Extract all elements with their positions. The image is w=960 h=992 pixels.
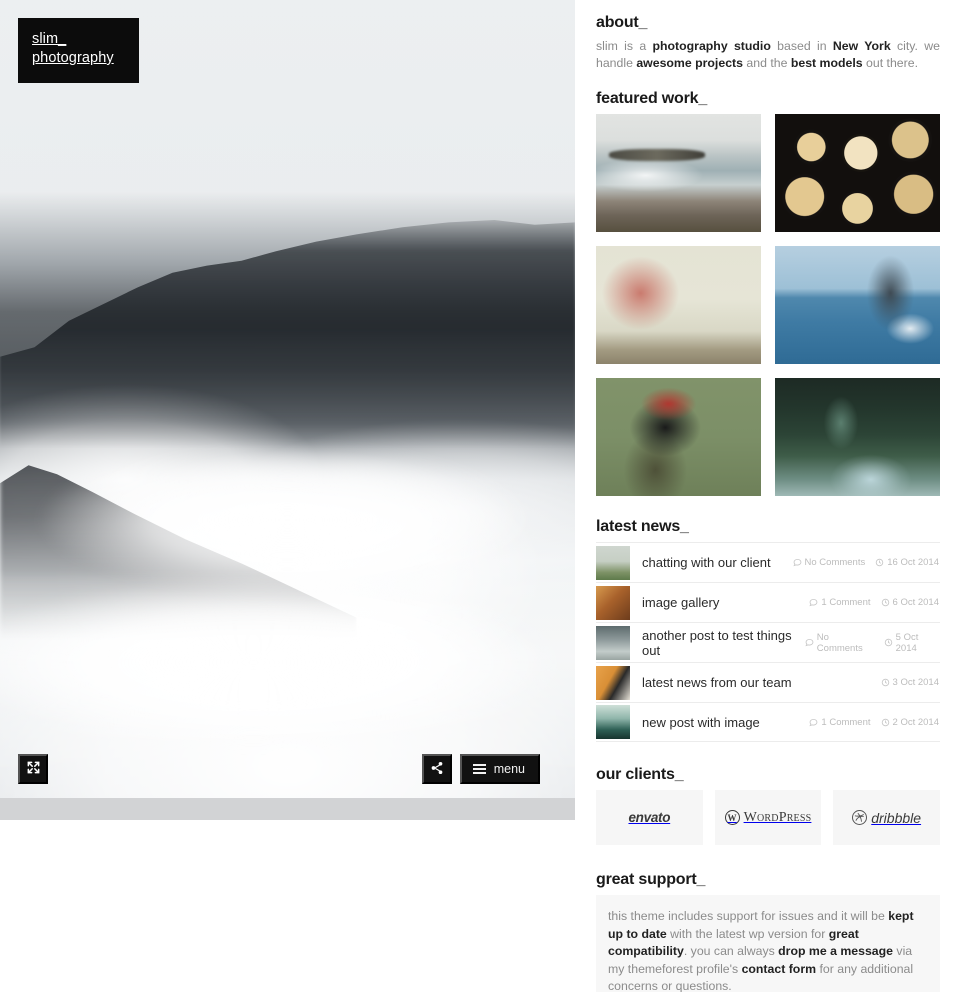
news-date-label: 16 Oct 2014	[887, 557, 939, 568]
client-logo-label: dribbble	[852, 810, 921, 826]
news-date: 16 Oct 2014	[875, 557, 939, 568]
menu-button[interactable]: menu	[459, 754, 540, 784]
fullscreen-button[interactable]	[18, 754, 48, 784]
news-date: 6 Oct 2014	[881, 597, 939, 608]
news-title: chatting with our client	[642, 555, 771, 570]
support-heading: great support_	[596, 871, 706, 888]
news-title: image gallery	[642, 595, 720, 610]
news-meta: No Comments 5 Oct 2014	[805, 632, 940, 654]
news-meta: No Comments 16 Oct 2014	[792, 557, 940, 568]
news-comments: 1 Comment	[809, 716, 871, 728]
news-comments-label: No Comments	[804, 557, 866, 568]
news-comments: 1 Comment	[809, 597, 871, 608]
news-row[interactable]: chatting with our client No Comments 16 …	[596, 542, 940, 582]
work-thumbnail-forest-stream[interactable]	[775, 378, 940, 496]
client-name: dribbble	[871, 809, 922, 826]
hero-photo	[0, 0, 575, 800]
comment-bubble-icon	[805, 638, 814, 647]
hero-ridge-far	[0, 220, 575, 448]
client-logo-dribbble[interactable]: dribbble	[833, 790, 940, 845]
latest-news-heading: latest news_	[596, 518, 689, 535]
logo-line-2: photography	[32, 50, 114, 66]
news-meta: 3 Oct 2014	[881, 677, 940, 688]
news-title: another post to test things out	[642, 627, 792, 658]
menu-button-label: menu	[493, 762, 525, 776]
featured-work-heading: featured work_	[596, 90, 708, 107]
client-logo-label: W WordPress	[724, 809, 812, 826]
client-logo-wordpress[interactable]: W WordPress	[714, 790, 822, 845]
news-comments-label: 1 Comment	[821, 716, 871, 728]
comment-bubble-icon	[809, 598, 818, 607]
news-date-label: 2 Oct 2014	[892, 716, 939, 728]
site-logo[interactable]: slim_ photography	[18, 18, 139, 83]
news-date-label: 6 Oct 2014	[892, 597, 939, 608]
news-comments: No Comments	[792, 557, 866, 568]
wordpress-mark-icon: W	[724, 810, 740, 825]
news-row[interactable]: latest news from our team 3 Oct 2014	[596, 662, 940, 702]
about-text: slim is a photography studio based in Ne…	[596, 39, 940, 70]
work-thumbnail-model-with-hat[interactable]	[596, 378, 761, 496]
news-date-label: 3 Oct 2014	[892, 677, 939, 688]
hero-section: slim_ photography menu	[0, 0, 575, 820]
work-thumbnail-misty-tree-and-figure[interactable]	[596, 246, 761, 364]
comment-bubble-icon	[792, 558, 802, 567]
clock-icon	[881, 678, 890, 687]
clock-icon	[884, 638, 893, 647]
latest-news-list: chatting with our client No Comments 16 …	[596, 542, 940, 742]
news-row[interactable]: image gallery 1 Comment 6 Oct 2014	[596, 582, 940, 622]
hero-fog-lower	[0, 576, 575, 768]
work-thumbnail-stacked-logs[interactable]	[775, 114, 940, 232]
news-row[interactable]: new post with image 1 Comment 2 Oct 2014	[596, 702, 940, 742]
client-logo-envato[interactable]: envato	[596, 790, 703, 845]
news-comments: No Comments	[805, 632, 874, 654]
news-date: 5 Oct 2014	[884, 632, 939, 654]
work-thumbnail-rocky-coastline[interactable]	[596, 114, 761, 232]
news-thumbnail	[596, 545, 630, 580]
hero-controls: menu	[421, 754, 540, 784]
news-date: 2 Oct 2014	[881, 717, 939, 728]
hero-bottom-strip	[0, 798, 575, 820]
client-name: envato	[628, 810, 671, 825]
news-title: new post with image	[642, 714, 760, 730]
news-row[interactable]: another post to test things out No Comme…	[596, 622, 940, 662]
news-thumbnail	[596, 625, 630, 660]
clock-icon	[881, 718, 890, 727]
share-icon	[430, 761, 444, 778]
news-date-label: 5 Oct 2014	[895, 631, 919, 654]
about-heading: about_	[596, 14, 648, 31]
hamburger-icon	[472, 764, 486, 774]
news-thumbnail	[596, 585, 630, 620]
dribbble-ball-icon	[852, 810, 868, 825]
news-title: latest news from our team	[642, 675, 792, 690]
clock-icon	[881, 598, 890, 607]
news-thumbnail	[596, 705, 630, 739]
client-name: WordPress	[743, 809, 812, 825]
work-thumbnail-whale-tail[interactable]	[775, 246, 940, 364]
sidebar-content: about_ slim is a photography studio base…	[575, 0, 960, 992]
news-date: 3 Oct 2014	[881, 677, 939, 688]
clock-icon	[875, 558, 884, 567]
news-comments-label: 1 Comment	[821, 597, 871, 608]
news-meta: 1 Comment 2 Oct 2014	[809, 717, 940, 728]
news-comments-label: No Comments	[816, 631, 863, 654]
comment-bubble-icon	[809, 718, 818, 727]
support-text: this theme includes support for issues a…	[596, 895, 940, 992]
news-thumbnail	[596, 665, 630, 700]
fullscreen-expand-icon	[26, 760, 41, 778]
page-root: slim_ photography menu about_ slim is a …	[0, 0, 960, 992]
logo-line-1: slim_	[32, 31, 67, 47]
news-meta: 1 Comment 6 Oct 2014	[809, 597, 940, 608]
clients-grid: envato W WordPress dribbble	[596, 790, 940, 845]
share-button[interactable]	[421, 754, 452, 784]
client-logo-label: envato	[628, 810, 670, 825]
featured-work-grid	[596, 114, 940, 496]
clients-heading: our clients_	[596, 766, 684, 783]
